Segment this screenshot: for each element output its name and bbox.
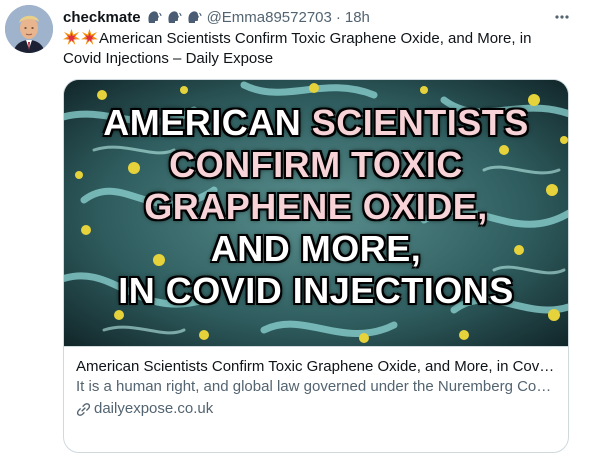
- tweet-body-text: American Scientists Confirm Toxic Graphe…: [63, 30, 532, 67]
- tweet-timestamp[interactable]: 18h: [345, 9, 370, 26]
- link-icon: [76, 402, 91, 416]
- headline-line: GRAPHENE OXIDE,: [144, 186, 488, 227]
- headline-word-pink: SCIENTISTS: [311, 102, 529, 143]
- more-horizontal-icon: [555, 15, 569, 19]
- card-domain[interactable]: dailyexpose.co.uk: [76, 399, 556, 419]
- speaking-head-icon: [188, 11, 202, 23]
- avatar[interactable]: [5, 5, 53, 53]
- card-image-headline: AMERICAN SCIENTISTS CONFIRM TOXIC GRAPHE…: [64, 102, 568, 312]
- card-title[interactable]: American Scientists Confirm Toxic Graphe…: [76, 357, 556, 377]
- headline-line: AND MORE,: [210, 228, 422, 269]
- card-domain-text[interactable]: dailyexpose.co.uk: [94, 399, 213, 419]
- tweet[interactable]: checkmate @Emma89572703 · 18h American S…: [0, 0, 591, 457]
- collision-icon: [63, 29, 80, 46]
- link-preview-card[interactable]: AMERICAN SCIENTISTS CONFIRM TOXIC GRAPHE…: [63, 79, 569, 453]
- card-image[interactable]: AMERICAN SCIENTISTS CONFIRM TOXIC GRAPHE…: [64, 80, 568, 346]
- headline-line: CONFIRM TOXIC: [169, 144, 463, 185]
- tweet-header: checkmate @Emma89572703 · 18h: [63, 7, 370, 27]
- speaking-head-icon: [148, 11, 162, 23]
- name-badges: [146, 9, 202, 25]
- tweet-text: American Scientists Confirm Toxic Graphe…: [63, 29, 573, 69]
- card-body[interactable]: American Scientists Confirm Toxic Graphe…: [64, 346, 568, 452]
- user-handle[interactable]: @Emma89572703: [207, 9, 332, 26]
- card-description: It is a human right, and global law gove…: [76, 378, 556, 395]
- more-options-button[interactable]: [551, 6, 573, 28]
- display-name[interactable]: checkmate: [63, 9, 141, 26]
- headline-word-white: AMERICAN: [103, 102, 302, 143]
- collision-icon: [81, 29, 98, 46]
- headline-line: IN COVID INJECTIONS: [118, 270, 514, 311]
- separator-dot: ·: [335, 8, 341, 26]
- speaking-head-icon: [168, 11, 182, 23]
